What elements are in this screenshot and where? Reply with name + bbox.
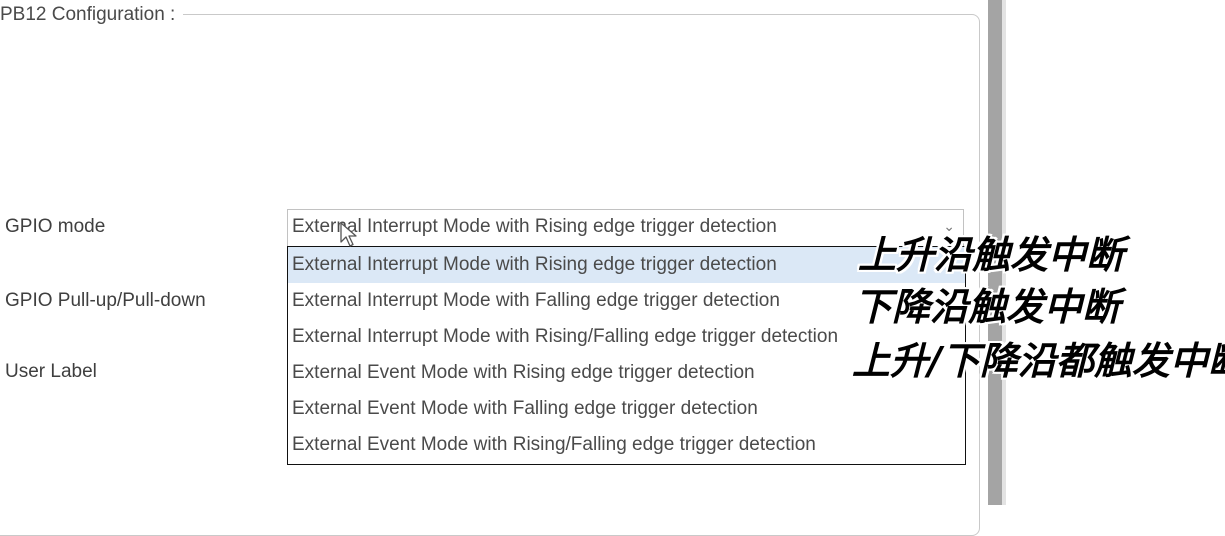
gpio-mode-label: GPIO mode bbox=[5, 216, 106, 237]
annotation-rising: 上升沿触发中断 bbox=[858, 233, 1125, 277]
annotation-both: 上升/下降沿都触发中断 bbox=[852, 339, 1225, 383]
panel-title: PB12 Configuration : bbox=[0, 4, 184, 26]
dropdown-option[interactable]: External Event Mode with Falling edge tr… bbox=[288, 391, 965, 427]
annotation-falling: 下降沿触发中断 bbox=[854, 285, 1121, 329]
gpio-mode-selected-value: External Interrupt Mode with Rising edge… bbox=[292, 216, 777, 237]
mouse-pointer-icon bbox=[340, 222, 357, 247]
dropdown-option[interactable]: External Event Mode with Rising/Falling … bbox=[288, 427, 965, 463]
user-label-label: User Label bbox=[5, 361, 97, 382]
gpio-pull-label: GPIO Pull-up/Pull-down bbox=[5, 290, 206, 311]
